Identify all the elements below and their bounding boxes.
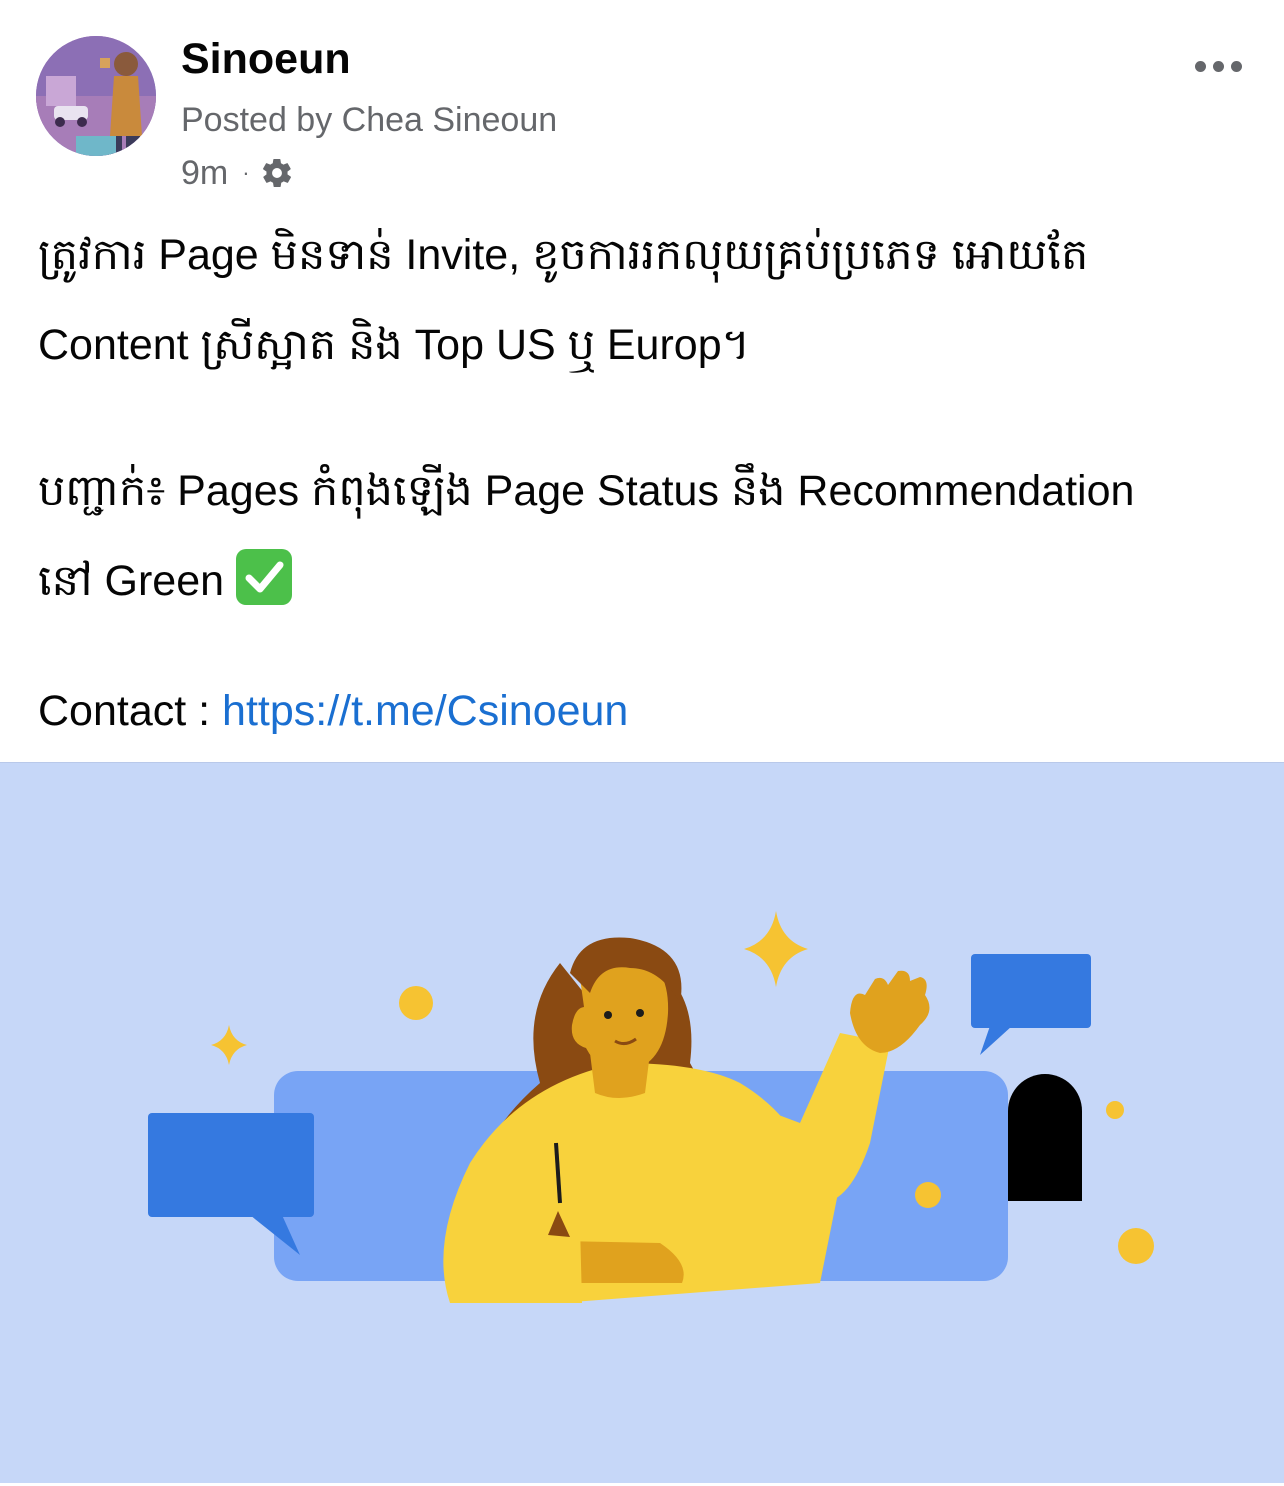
post-image[interactable] bbox=[0, 762, 1284, 1483]
post-header: Sinoeun Posted by Chea Sineoun 9m · bbox=[0, 0, 1284, 200]
dot-icon bbox=[915, 1182, 941, 1208]
post-body-line: ត្រូវការ Page មិនទាន់ Invite, ខូចការរកលុ… bbox=[38, 231, 1089, 279]
contact-line: Contact : https://t.me/Csinoeun bbox=[38, 685, 628, 737]
eye bbox=[636, 1009, 644, 1017]
post-body-line: នៅ Green bbox=[38, 536, 1258, 626]
check-mark-button-icon bbox=[236, 549, 293, 605]
author-name[interactable]: Sinoeun bbox=[181, 34, 351, 84]
woman-waving-illustration bbox=[0, 763, 1284, 1483]
post-body: ត្រូវការ Page មិនទាន់ Invite, ខូចការរកលុ… bbox=[38, 210, 1258, 626]
gear-icon[interactable] bbox=[260, 156, 294, 190]
post-body-line: បញ្ជាក់៖ Pages កំពុងឡើង Page Status នឹង … bbox=[38, 446, 1258, 536]
more-dot bbox=[1230, 60, 1242, 72]
post-timestamp[interactable]: 9m bbox=[181, 154, 228, 193]
post-body-line-text: នៅ Green bbox=[38, 557, 225, 605]
post-meta: 9m · bbox=[181, 153, 294, 193]
post-body-line: Content ស្រីស្អាត និង Top US ឬ Europ។ bbox=[38, 321, 750, 369]
telegram-link[interactable]: https://t.me/Csinoeun bbox=[222, 687, 628, 735]
author-avatar[interactable] bbox=[36, 36, 156, 156]
eye bbox=[604, 1011, 612, 1019]
post-body-line-text: បញ្ជាក់៖ Pages កំពុងឡើង Page Status នឹង … bbox=[38, 467, 1135, 515]
dot-icon bbox=[399, 986, 433, 1020]
door-icon bbox=[1008, 1074, 1082, 1201]
dot-icon bbox=[1106, 1101, 1124, 1119]
sleeve bbox=[540, 1225, 582, 1303]
posted-by-label: Posted by Chea Sineoun bbox=[181, 101, 558, 139]
more-options-icon[interactable] bbox=[1186, 46, 1250, 86]
more-dot bbox=[1212, 60, 1224, 72]
more-dot bbox=[1194, 60, 1206, 72]
dot-icon bbox=[1118, 1228, 1154, 1264]
meta-separator: · bbox=[242, 160, 250, 185]
contact-label: Contact : bbox=[38, 687, 223, 735]
